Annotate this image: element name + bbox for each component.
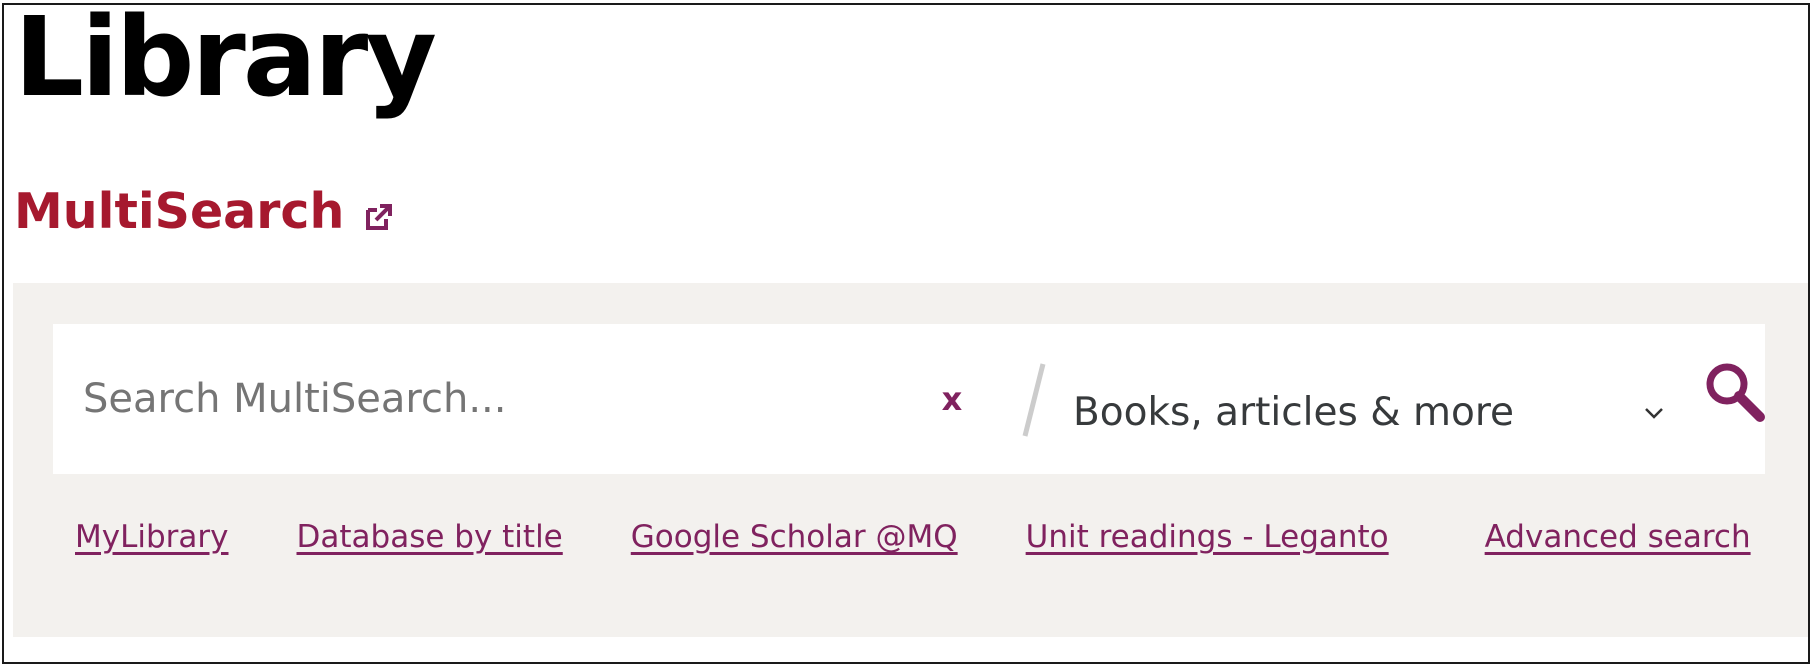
link-unit-readings[interactable]: Unit readings - Leganto [1026, 519, 1389, 555]
multisearch-heading: MultiSearch [14, 185, 394, 239]
link-mylibrary[interactable]: MyLibrary [75, 519, 229, 555]
search-bar: x Books, articles & more [53, 324, 1765, 474]
magnifier-icon [1706, 363, 1765, 422]
link-database-by-title[interactable]: Database by title [297, 519, 563, 555]
external-link-icon[interactable] [364, 202, 394, 232]
search-scope-select[interactable]: Books, articles & more [1073, 374, 1673, 438]
chevron-down-icon [1645, 408, 1663, 419]
divider [1022, 363, 1046, 437]
page-frame: Library MultiSearch x Books, articles & … [2, 0, 1810, 664]
link-google-scholar[interactable]: Google Scholar @MQ [631, 519, 958, 555]
link-advanced-search[interactable]: Advanced search [1485, 519, 1751, 555]
page-title: Library [14, 0, 437, 121]
search-scope-value: Books, articles & more [1073, 389, 1515, 435]
quick-links: MyLibrary Database by title Google Schol… [75, 519, 1751, 555]
search-submit-button[interactable] [1703, 360, 1769, 426]
multisearch-link[interactable]: MultiSearch [14, 185, 344, 239]
clear-search-button[interactable]: x [927, 372, 977, 426]
search-panel: x Books, articles & more MyLibrary Datab… [13, 283, 1808, 637]
search-input[interactable] [83, 356, 903, 442]
